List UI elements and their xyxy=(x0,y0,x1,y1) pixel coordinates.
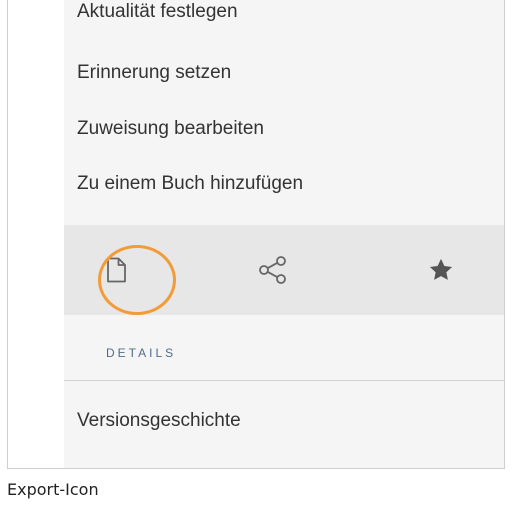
left-strip xyxy=(8,0,22,468)
details-heading: DETAILS xyxy=(106,346,177,360)
export-button[interactable] xyxy=(93,247,139,293)
menu-item-set-reminder[interactable]: Erinnerung setzen xyxy=(77,56,231,90)
menu-item-version-history[interactable]: Versionsgeschichte xyxy=(77,404,241,438)
share-button[interactable] xyxy=(250,247,296,293)
menu-item-add-to-book[interactable]: Zu einem Buch hinzufügen xyxy=(77,167,303,201)
menu-item-edit-assignment[interactable]: Zuweisung bearbeiten xyxy=(77,112,264,146)
document-icon xyxy=(107,257,126,283)
action-icon-bar xyxy=(64,225,504,315)
image-caption: Export-Icon xyxy=(7,480,99,499)
menu-item-set-actuality[interactable]: Aktualität festlegen xyxy=(77,0,238,29)
favorite-button[interactable] xyxy=(418,247,464,293)
details-divider xyxy=(64,380,504,381)
screenshot-frame: Aktualität festlegen Erinnerung setzen Z… xyxy=(7,0,505,469)
star-icon xyxy=(429,258,453,280)
share-icon xyxy=(259,256,286,284)
